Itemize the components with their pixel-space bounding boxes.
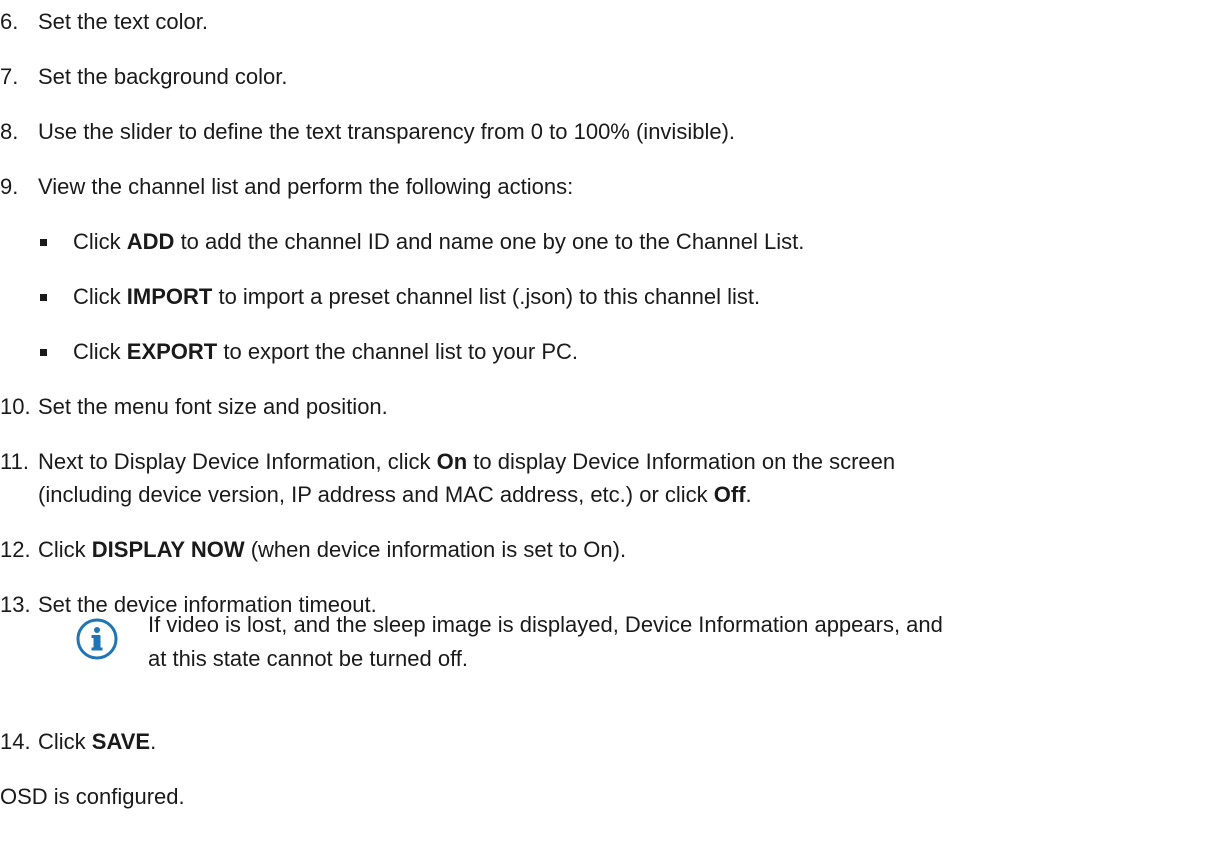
step-number: 6.	[0, 9, 19, 34]
step-text: Next to Display Device Information, clic…	[38, 449, 896, 474]
step-text: Set the background color.	[38, 64, 288, 89]
step-text: Use the slider to define the text transp…	[38, 119, 736, 144]
bullet-text: Click ADD to add the channel ID and name…	[73, 229, 805, 254]
bullet-add: Click ADD to add the channel ID and name…	[0, 229, 1226, 255]
closing-text: OSD is configured.	[0, 784, 185, 809]
bullet-square-icon	[40, 294, 47, 301]
step-number: 10.	[0, 394, 31, 419]
step-text: (including device version, IP address an…	[38, 482, 752, 507]
note-text: If video is lost, and the sleep image is…	[148, 612, 943, 672]
bullet-text: Click IMPORT to import a preset channel …	[73, 284, 761, 309]
note-line: at this state cannot be turned off.	[148, 646, 469, 671]
note-line: If video is lost, and the sleep image is…	[148, 612, 943, 637]
step-text: Click SAVE.	[38, 729, 157, 754]
step-text: Set the text color.	[38, 9, 208, 34]
step-number: 7.	[0, 64, 19, 89]
info-icon	[76, 618, 118, 660]
step-text: View the channel list and perform the fo…	[38, 174, 574, 199]
bullet-text: Click EXPORT to export the channel list …	[73, 339, 578, 364]
step-number: 12.	[0, 537, 31, 562]
bullet-import: Click IMPORT to import a preset channel …	[0, 284, 1226, 310]
step-text: Set the menu font size and position.	[38, 394, 388, 419]
step-number: 8.	[0, 119, 19, 144]
bullet-export: Click EXPORT to export the channel list …	[0, 339, 1226, 365]
bullet-square-icon	[40, 239, 47, 246]
step-text: Click DISPLAY NOW (when device informati…	[38, 537, 627, 562]
step-number: 9.	[0, 174, 19, 199]
step-number: 14.	[0, 729, 31, 754]
bullet-square-icon	[40, 349, 47, 356]
step-number: 11.	[0, 449, 29, 474]
step-number: 13.	[0, 592, 31, 617]
